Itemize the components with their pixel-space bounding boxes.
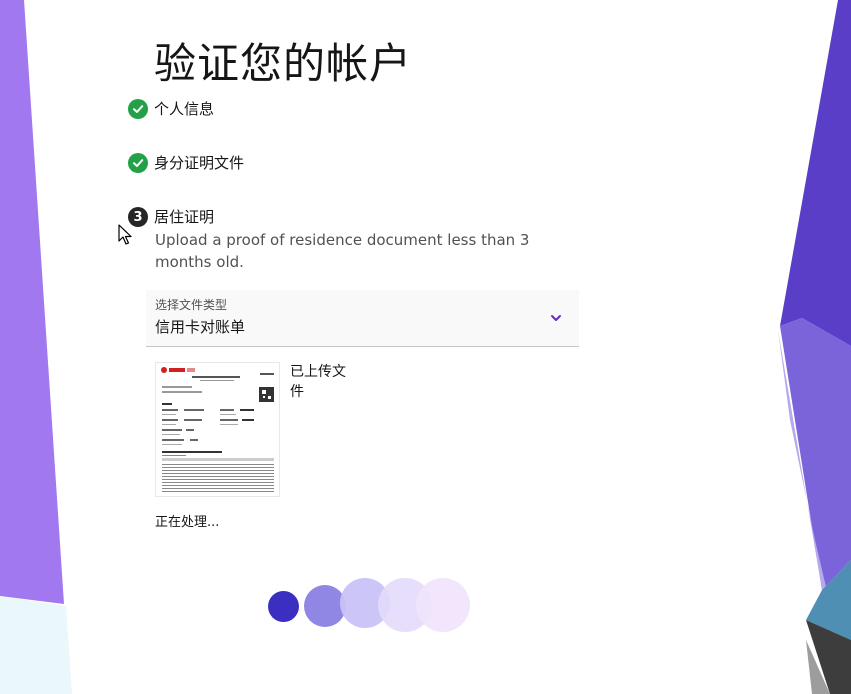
mouse-cursor-icon bbox=[118, 224, 132, 245]
progress-step-personal-info: 个人信息 bbox=[128, 99, 214, 119]
document-preview-icon bbox=[161, 367, 274, 492]
uploaded-document-thumbnail[interactable] bbox=[155, 362, 280, 497]
step-label: 个人信息 bbox=[154, 100, 215, 118]
document-type-select[interactable]: 选择文件类型 信用卡对账单 bbox=[146, 290, 579, 347]
progress-step-id-document: 身分证明文件 bbox=[128, 153, 244, 173]
checkmark-icon bbox=[128, 99, 148, 119]
chevron-down-icon[interactable] bbox=[549, 311, 563, 325]
checkmark-icon bbox=[128, 153, 148, 173]
page-title: 验证您的帐户 bbox=[154, 39, 413, 88]
processing-text: 正在处理... bbox=[155, 515, 220, 530]
step-label: 居住证明 bbox=[154, 208, 215, 226]
document-type-label: 选择文件类型 bbox=[155, 298, 228, 312]
verification-panel: 验证您的帐户 个人信息 身分证明文件 3 居住证明 Upload a proof… bbox=[0, 0, 851, 694]
progress-step-proof-of-residence: 3 居住证明 bbox=[128, 207, 214, 227]
upload-status-text: 已上传文件 bbox=[290, 364, 346, 400]
step-label: 身分证明文件 bbox=[154, 154, 245, 172]
step-description: Upload a proof of residence document les… bbox=[155, 231, 530, 271]
loading-indicator bbox=[268, 578, 478, 632]
document-type-value: 信用卡对账单 bbox=[155, 318, 246, 336]
loading-dot bbox=[268, 591, 299, 622]
loading-dot bbox=[416, 578, 470, 632]
